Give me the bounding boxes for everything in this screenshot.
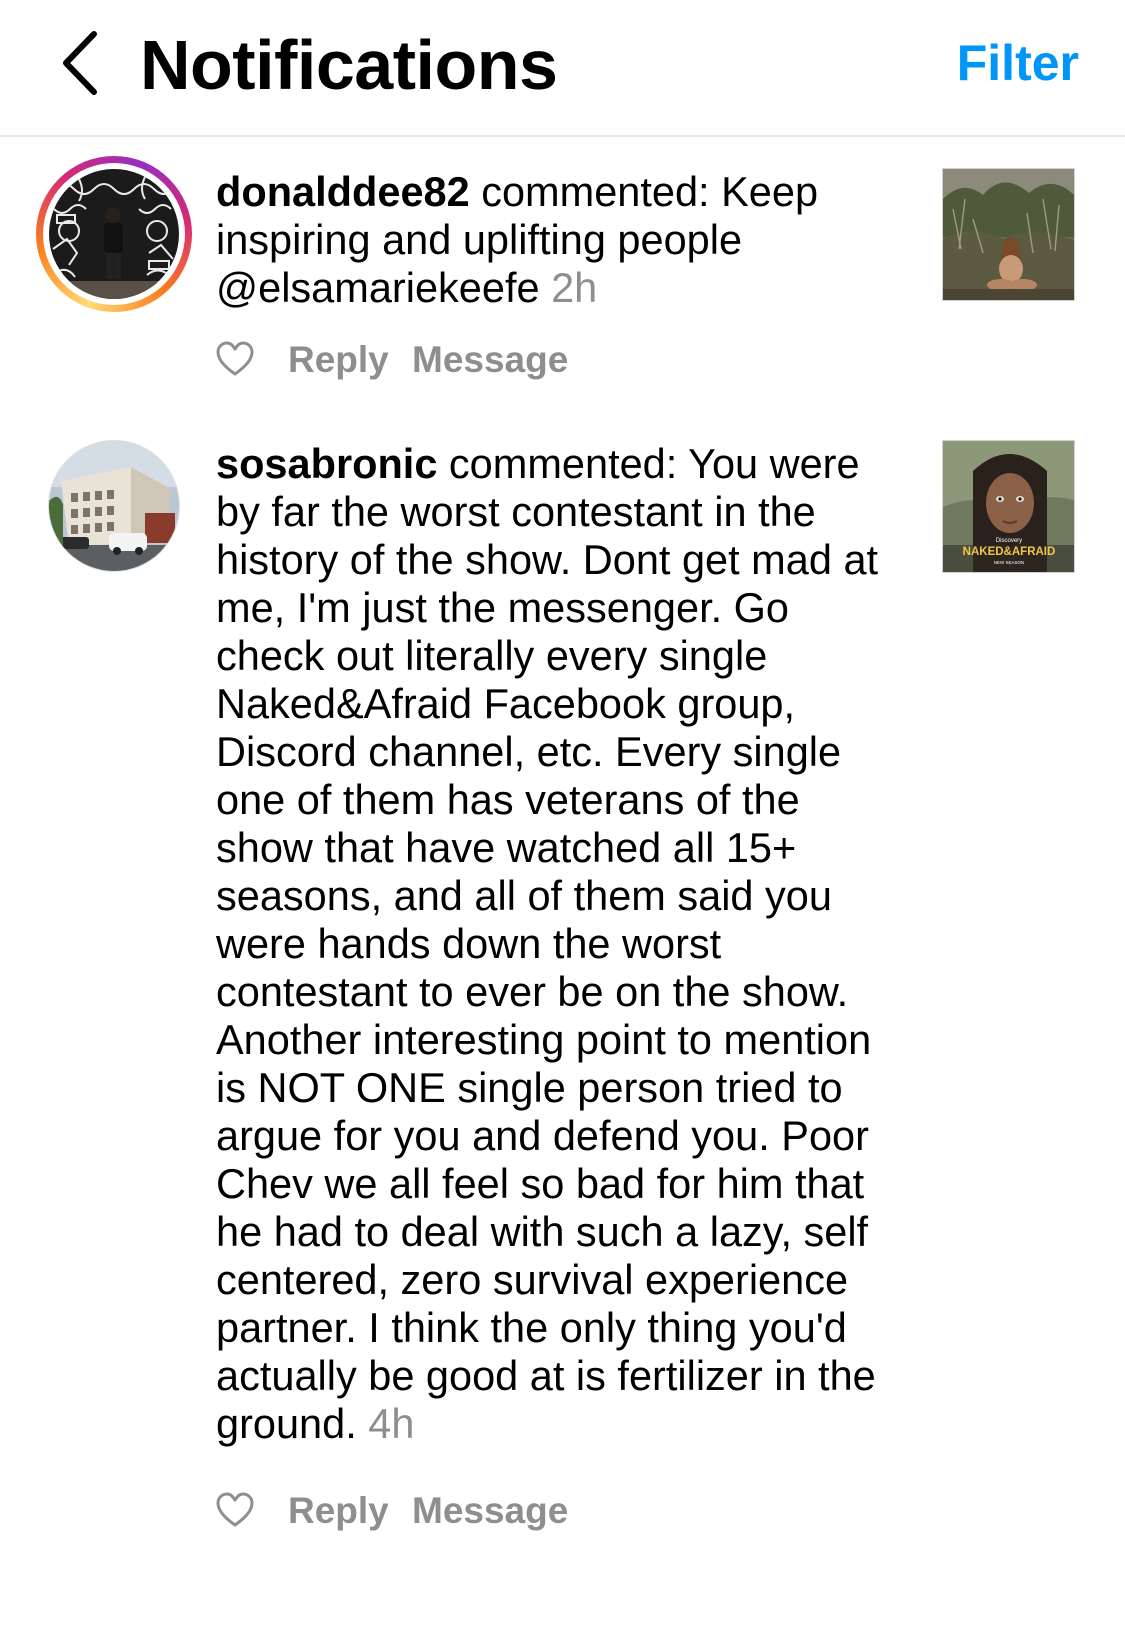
post-thumbnail[interactable]: [942, 168, 1075, 301]
chevron-left-icon[interactable]: [56, 28, 116, 98]
filter-button[interactable]: Filter: [957, 33, 1079, 93]
avatar-image: [49, 441, 179, 571]
username-link[interactable]: donalddee82: [216, 168, 470, 215]
comment-text: commented: You were by far the worst con…: [216, 440, 879, 1447]
username-link[interactable]: sosabronic: [216, 440, 437, 487]
avatar-image: [49, 169, 179, 299]
page-title: Notifications: [140, 26, 558, 104]
avatar[interactable]: [48, 440, 180, 572]
thumbnail-network-text: Discovery: [996, 538, 1022, 544]
post-thumbnail[interactable]: Discovery NAKED&AFRAID NEW SEASON: [942, 440, 1075, 573]
post-thumbnail-image: Discovery NAKED&AFRAID NEW SEASON: [943, 441, 1074, 572]
notification-text: sosabronic commented: You were by far th…: [216, 440, 896, 1448]
notification-text: donalddee82 commented: Keep inspiring an…: [216, 168, 896, 312]
timestamp: 2h: [551, 264, 598, 311]
heart-outline-icon[interactable]: [216, 1492, 254, 1528]
thumbnail-show-title: NAKED&AFRAID: [963, 546, 1056, 558]
message-button[interactable]: Message: [412, 1486, 568, 1536]
avatar[interactable]: [49, 169, 179, 299]
reply-button[interactable]: Reply: [288, 335, 389, 385]
thumbnail-tagline: NEW SEASON: [994, 560, 1025, 565]
post-thumbnail-image: [943, 169, 1074, 300]
timestamp: 4h: [368, 1400, 415, 1447]
message-button[interactable]: Message: [412, 335, 568, 385]
header-bar: Notifications Filter: [0, 0, 1125, 137]
story-ring[interactable]: [36, 156, 192, 312]
heart-outline-icon[interactable]: [216, 341, 254, 377]
reply-button[interactable]: Reply: [288, 1486, 389, 1536]
